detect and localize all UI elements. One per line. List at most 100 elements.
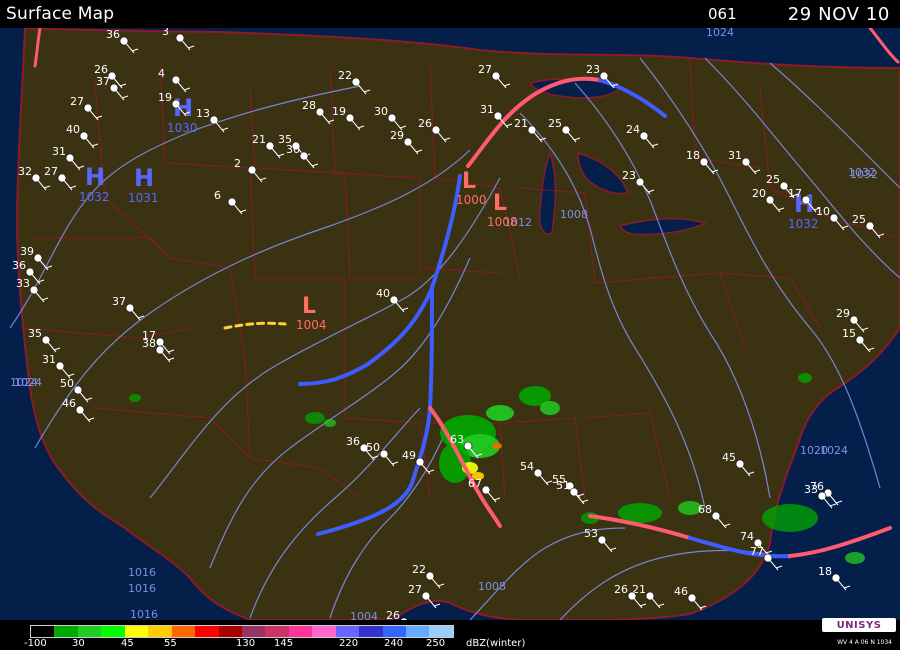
isobar-label: 1016 xyxy=(128,566,156,579)
legend-swatch xyxy=(54,626,78,637)
map-canvas: 1024102410321008101210161008100410081016… xyxy=(0,28,900,620)
legend-swatch xyxy=(148,626,172,637)
legend-swatch xyxy=(171,626,196,637)
station-temperature: 35 xyxy=(28,327,42,340)
station-temperature: 10 xyxy=(816,205,830,218)
surface-map-window: Surface Map 061 29 NOV 10 1024 1024 1032… xyxy=(0,0,900,650)
weather-map: 1024102410321008101210161008100410081016… xyxy=(0,28,900,620)
high-letter: H xyxy=(134,164,154,192)
station-temperature: 26 xyxy=(386,609,400,620)
station-temperature: 33 xyxy=(16,277,30,290)
station-temperature: 31 xyxy=(728,149,742,162)
station-temperature: 33 xyxy=(804,483,818,496)
station-temperature: 40 xyxy=(376,287,390,300)
legend-swatch xyxy=(288,626,313,637)
station-temperature: 3 xyxy=(162,28,169,38)
station-temperature: 2 xyxy=(234,157,241,170)
station-temperature: 29 xyxy=(836,307,850,320)
legend-label: 250 xyxy=(426,638,446,649)
station-temperature: 19 xyxy=(158,91,172,104)
pressure-value: 1000 xyxy=(456,193,487,207)
station-temperature: 53 xyxy=(584,527,598,540)
station-temperature: 49 xyxy=(402,449,416,462)
low-letter: L xyxy=(462,169,476,194)
isobar-label: 1008 xyxy=(478,580,506,593)
legend-swatch xyxy=(406,626,430,637)
station-temperature: 50 xyxy=(60,377,74,390)
legend-swatch xyxy=(218,626,242,637)
legend-swatch xyxy=(382,626,406,637)
station-temperature: 29 xyxy=(390,129,404,142)
station-temperature: 32 xyxy=(18,165,32,178)
station-temperature: 27 xyxy=(70,95,84,108)
station-temperature: 25 xyxy=(548,117,562,130)
legend-swatch xyxy=(335,626,360,637)
legend-label: 130 xyxy=(236,638,256,649)
legend-label: 30 xyxy=(72,638,85,649)
station-temperature: 30 xyxy=(374,105,388,118)
station-temperature: 27 xyxy=(408,583,422,596)
station-temperature: 13 xyxy=(196,107,210,120)
pressure-value: 1032 xyxy=(788,217,819,231)
isobar-label: 1020 xyxy=(800,444,828,457)
isobar-label: 1032 xyxy=(850,168,878,181)
legend: -100 30 45 55 130 145 220 240 250 dBZ(winter) xyxy=(0,620,900,650)
low-letter: L xyxy=(493,191,507,216)
legend-label: 55 xyxy=(164,638,177,649)
station-temperature: 31 xyxy=(42,353,56,366)
legend-swatch xyxy=(359,626,383,637)
legend-swatch xyxy=(195,626,219,637)
legend-swatch xyxy=(429,626,453,637)
map-title: Surface Map xyxy=(6,4,115,24)
station-temperature: 40 xyxy=(66,123,80,136)
legend-label: 220 xyxy=(339,638,359,649)
station-temperature: 31 xyxy=(480,103,494,116)
legend-swatch xyxy=(101,626,125,637)
isobar-label: 1016 xyxy=(130,608,158,620)
legend-swatch xyxy=(265,626,289,637)
station-temperature: 17 xyxy=(788,187,802,200)
station-temperature: 77 xyxy=(750,545,764,558)
station-temperature: 45 xyxy=(722,451,736,464)
legend-label: 240 xyxy=(384,638,404,649)
low-letter: L xyxy=(302,294,316,319)
station-temperature: 36 xyxy=(346,435,360,448)
map-header: Surface Map 061 29 NOV 10 xyxy=(0,0,900,28)
legend-label: 145 xyxy=(274,638,294,649)
unisys-small-text: WV 4 A 06 N 1034 xyxy=(837,639,892,646)
station-temperature: 6 xyxy=(214,189,221,202)
station-temperature: 54 xyxy=(520,460,534,473)
station-temperature: 74 xyxy=(740,530,754,543)
land-mass xyxy=(16,28,900,620)
high-letter: H xyxy=(85,163,105,191)
legend-swatch xyxy=(31,626,55,637)
station-temperature: 38 xyxy=(142,337,156,350)
station-temperature: 51 xyxy=(556,479,570,492)
station-temperature: 63 xyxy=(450,433,464,446)
station-temperature: 36 xyxy=(12,259,26,272)
station-temperature: 26 xyxy=(614,583,628,596)
station-temperature: 46 xyxy=(674,585,688,598)
station-temperature: 67 xyxy=(468,477,482,490)
station-temperature: 26 xyxy=(418,117,432,130)
isobar-label: 1024 xyxy=(706,28,734,39)
station-temperature: 36 xyxy=(106,28,120,41)
station-temperature: 18 xyxy=(818,565,832,578)
pressure-value: 1031 xyxy=(128,191,159,205)
legend-labels: -100 30 45 55 130 145 220 240 250 dBZ(winter) xyxy=(24,638,526,650)
station-temperature: 24 xyxy=(626,123,640,136)
unisys-logo: UNISYS xyxy=(822,618,896,632)
station-temperature: 20 xyxy=(752,187,766,200)
station-temperature: 46 xyxy=(62,397,76,410)
station-temperature: 30 xyxy=(286,143,300,156)
station-temperature: 4 xyxy=(158,67,165,80)
pressure-value: 1030 xyxy=(167,121,198,135)
legend-label: 45 xyxy=(121,638,134,649)
pressure-value: 1008 xyxy=(487,215,518,229)
station-temperature: 19 xyxy=(332,105,346,118)
map-date: 29 NOV 10 xyxy=(787,4,890,25)
isobar-label: 1008 xyxy=(560,208,588,221)
station-temperature: 21 xyxy=(514,117,528,130)
legend-label: dBZ(winter) xyxy=(466,638,526,649)
station-temperature: 37 xyxy=(112,295,126,308)
